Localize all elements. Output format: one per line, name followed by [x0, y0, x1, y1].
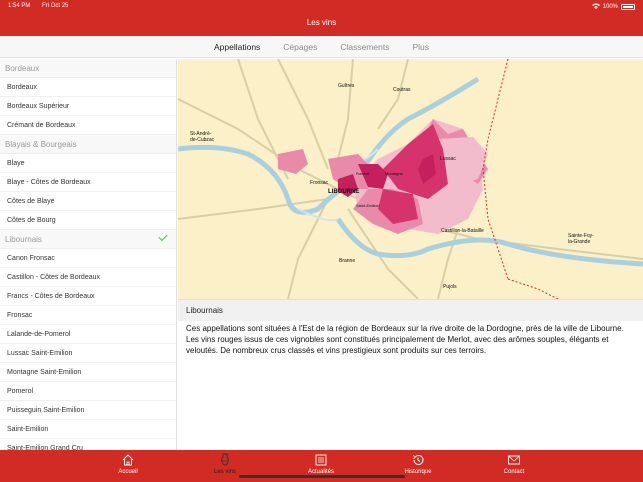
sidebar-item-label: Côtes de Bourg — [7, 216, 56, 224]
battery-icon — [621, 4, 635, 10]
wifi-icon — [591, 3, 600, 11]
label-pomerol: Pomerol — [356, 172, 369, 176]
sidebar-item[interactable]: Puisseguin Saint-Emilion — [0, 401, 176, 420]
label-lussac: Lussac — [440, 156, 456, 162]
battery-percent: 100% — [602, 4, 618, 10]
sidebar-item-label: Lussac Saint-Emilion — [7, 349, 73, 357]
sidebar-item[interactable]: Crémant de Bordeaux — [0, 116, 176, 135]
sidebar-item-label: Pomerol — [7, 387, 34, 395]
sidebar-item-label: Côtes de Blaye — [7, 197, 55, 205]
label-coutras: Coutras — [393, 87, 411, 93]
tab-accueil[interactable]: Accueil — [98, 453, 158, 475]
history-icon — [411, 453, 425, 467]
sidebar-item-label: Francs - Côtes de Bordeaux — [7, 292, 95, 300]
region-map[interactable]: Guîtres Coutras St-André- de-Cubzac Luss… — [178, 59, 643, 299]
segmented-tabs: Appellations Cépages Classements Plus — [0, 36, 643, 58]
tab-actualites[interactable]: Actualités — [291, 453, 351, 475]
detail-title: Libournais — [178, 299, 643, 321]
sidebar-item[interactable]: Francs - Côtes de Bordeaux — [0, 287, 176, 306]
sidebar-item-label: Bordeaux — [7, 83, 37, 91]
tab-classements[interactable]: Classements — [340, 42, 389, 52]
bottom-tab-bar: Accueil Les vins Actualités Historique C… — [0, 450, 643, 482]
tab-contact-label: Contact — [503, 469, 525, 475]
sidebar-item[interactable]: Blaye — [0, 154, 176, 173]
checkmark-icon — [158, 231, 168, 242]
status-time: 1:54 PM — [8, 3, 31, 9]
status-bar: 1:54 PM Fri Oct 25 100% — [8, 3, 635, 11]
wine-icon — [218, 453, 232, 467]
sidebar-item[interactable]: Blaye - Côtes de Bordeaux — [0, 173, 176, 192]
sidebar-item-label: Blaye — [7, 159, 25, 167]
sidebar-item[interactable]: Castillon - Côtes de Bordeaux — [0, 268, 176, 287]
appellation-sidebar[interactable]: Bordeaux Bordeaux Bordeaux Supérieur Créman… — [0, 59, 177, 450]
home-indicator[interactable] — [239, 475, 405, 478]
sidebar-item-label: Libournais — [5, 234, 42, 244]
tab-accueil-label: Accueil — [118, 469, 138, 475]
tab-historique[interactable]: Historique — [388, 453, 448, 475]
label-pujols: Pujols — [443, 284, 457, 290]
sidebar-item[interactable]: Lalande-de-Pomerol — [0, 325, 176, 344]
home-icon — [121, 453, 135, 467]
sidebar-item-label: Bordeaux — [5, 63, 40, 73]
main-content: Guîtres Coutras St-André- de-Cubzac Luss… — [178, 59, 643, 450]
sidebar-item-label: Canon Fronsac — [7, 254, 55, 262]
sidebar-item[interactable]: Bordeaux — [0, 78, 176, 97]
label-libourne: LIBOURNE — [328, 189, 359, 195]
sidebar-item-label: Saint-Emilion — [7, 425, 49, 433]
tab-c-pages[interactable]: Cépages — [283, 42, 317, 52]
sidebar-item-label: Blayais & Bourgeais — [5, 139, 77, 149]
label-montagne: Montagne — [385, 171, 404, 176]
sidebar-item[interactable]: Saint-Emilion Grand Cru — [0, 439, 176, 451]
label-fronsac: Fronsac — [310, 180, 329, 186]
label-branne: Branne — [339, 258, 355, 264]
sidebar-item[interactable]: Canon Fronsac — [0, 249, 176, 268]
sidebar-item[interactable]: Montagne Saint-Emilion — [0, 363, 176, 382]
sidebar-section-header[interactable]: Bordeaux — [0, 59, 176, 78]
zone-west[interactable] — [278, 149, 308, 174]
label-cubzac: de-Cubzac — [190, 137, 215, 143]
sidebar-item[interactable]: Fronsac — [0, 306, 176, 325]
sidebar-item[interactable]: Bordeaux Supérieur — [0, 97, 176, 116]
status-date: Fri Oct 25 — [42, 3, 69, 9]
sidebar-item-label: Montagne Saint-Emilion — [7, 368, 82, 376]
sidebar-section-header[interactable]: Blayais & Bourgeais — [0, 135, 176, 154]
label-guitres: Guîtres — [338, 83, 355, 89]
label-saint-emilion: Saint-Emilion — [356, 203, 380, 208]
page-title: Les vins — [306, 18, 337, 27]
mail-icon — [507, 453, 521, 467]
sidebar-item[interactable]: Côtes de Blaye — [0, 192, 176, 211]
top-header: 1:54 PM Fri Oct 25 100% Les vins — [0, 0, 643, 36]
sidebar-item[interactable]: Pomerol — [0, 382, 176, 401]
sidebar-item[interactable]: Lussac Saint-Emilion — [0, 344, 176, 363]
tab-historique-label: Historique — [404, 469, 432, 475]
map-svg: Guîtres Coutras St-André- de-Cubzac Luss… — [178, 59, 643, 299]
tab-les-vins[interactable]: Les vins — [195, 453, 255, 475]
sidebar-item-label: Blaye - Côtes de Bordeaux — [7, 178, 91, 186]
detail-description: Ces appellations sont situées à l'Est de… — [186, 324, 624, 355]
label-castillon: Castillon-la-Bataille — [441, 228, 484, 234]
sidebar-item-label: Puisseguin Saint-Emilion — [7, 406, 85, 414]
sidebar-item[interactable]: Saint-Emilion — [0, 420, 176, 439]
sidebar-item[interactable]: Côtes de Bourg — [0, 211, 176, 230]
tab-les-vins-label: Les vins — [213, 469, 236, 475]
sidebar-item-label: Fronsac — [7, 311, 33, 319]
label-sainte-foy-2: la-Grande — [568, 239, 590, 245]
newspaper-icon — [314, 453, 328, 467]
sidebar-section-header[interactable]: Libournais — [0, 230, 176, 249]
tab-contact[interactable]: Contact — [484, 453, 544, 475]
sidebar-item-label: Lalande-de-Pomerol — [7, 330, 71, 338]
tab-appellations[interactable]: Appellations — [214, 42, 260, 52]
department-border-2 — [507, 278, 559, 299]
sidebar-item-label: Bordeaux Supérieur — [7, 102, 70, 110]
sidebar-item-label: Crémant de Bordeaux — [7, 121, 76, 129]
tab-plus[interactable]: Plus — [412, 42, 429, 52]
sidebar-item-label: Castillon - Côtes de Bordeaux — [7, 273, 100, 281]
